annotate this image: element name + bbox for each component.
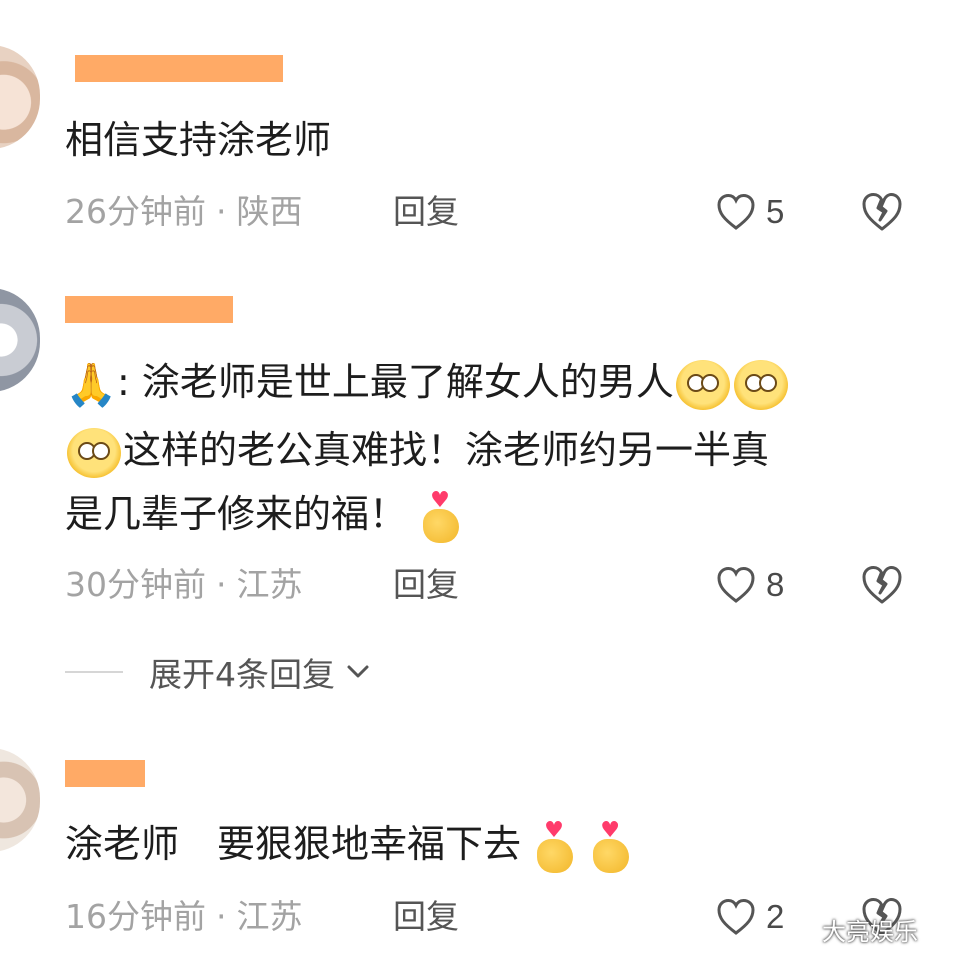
comment-text-line: 这样的老公真难找！涂老师约另一半真	[65, 418, 769, 482]
comment-text: 相信支持涂老师	[65, 118, 332, 162]
reply-button[interactable]: 回复	[393, 563, 459, 607]
like-count: 8	[766, 566, 785, 603]
heart-outline-icon	[717, 898, 755, 935]
separator-dot: ·	[216, 897, 227, 936]
reply-button[interactable]: 回复	[393, 190, 459, 234]
avatar[interactable]	[0, 45, 40, 149]
finger-heart-emoji-icon: ♥	[589, 819, 633, 875]
separator-dot: ·	[216, 565, 227, 604]
pray-emoji-icon: 🙏	[65, 359, 118, 409]
expand-replies-label: 展开4条回复	[149, 655, 335, 694]
comment-text-line: 🙏: 涂老师是世上最了解女人的男人	[65, 350, 790, 414]
heart-glyph: ♥	[430, 487, 450, 513]
finger-heart-emoji-icon: ♥	[419, 489, 463, 545]
comment-region: 陕西	[236, 192, 303, 231]
grin-emoji-icon	[733, 359, 788, 410]
comment-text-line: 涂老师 要狠狠地幸福下去 ♥ ♥	[65, 812, 633, 876]
heart-glyph: ♥	[600, 817, 620, 843]
like-button[interactable]: 2	[716, 895, 784, 939]
comment-meta: 30分钟前 · 江苏	[65, 563, 303, 607]
comment-time: 26分钟前	[65, 192, 206, 231]
like-button[interactable]: 8	[716, 563, 784, 607]
reply-button[interactable]: 回复	[393, 895, 459, 939]
grin-emoji-icon	[675, 359, 730, 410]
divider-line	[65, 671, 123, 673]
heart-outline-icon	[717, 566, 755, 603]
username-redacted[interactable]	[65, 296, 233, 323]
chevron-down-icon	[347, 665, 369, 678]
comment-text: 涂老师 要狠狠地幸福下去	[65, 822, 522, 866]
broken-heart-icon[interactable]	[860, 190, 904, 234]
comment-time: 30分钟前	[65, 565, 206, 604]
separator-dot: ·	[216, 192, 227, 231]
grin-emoji-icon	[67, 427, 121, 478]
comment-region: 江苏	[236, 897, 303, 936]
heart-glyph: ♥	[544, 817, 564, 843]
comment-text-line: 是几辈子修来的福！ ♥	[65, 482, 463, 546]
username-redacted[interactable]	[75, 55, 283, 82]
avatar[interactable]	[0, 288, 40, 392]
comment-meta: 16分钟前 · 江苏	[65, 895, 303, 939]
like-count: 2	[766, 898, 785, 935]
like-button[interactable]: 5	[716, 190, 784, 234]
broken-heart-icon[interactable]	[860, 563, 904, 607]
comment-line-2: 这样的老公真难找！涂老师约另一半真	[123, 428, 770, 472]
finger-heart-emoji-icon: ♥	[533, 819, 577, 875]
watermark: 大亮娱乐	[822, 918, 918, 946]
like-count: 5	[766, 193, 785, 230]
comment-line-1: : 涂老师是世上最了解女人的男人	[117, 360, 674, 404]
comment-region: 江苏	[236, 565, 303, 604]
comment-time: 16分钟前	[65, 897, 206, 936]
comment-meta: 26分钟前 · 陕西	[65, 190, 303, 234]
comment-line-3: 是几辈子修来的福！	[65, 492, 408, 536]
expand-replies-button[interactable]: 展开4条回复	[65, 650, 373, 694]
avatar[interactable]	[0, 748, 40, 852]
username-redacted[interactable]	[65, 760, 145, 787]
heart-outline-icon	[717, 193, 755, 230]
